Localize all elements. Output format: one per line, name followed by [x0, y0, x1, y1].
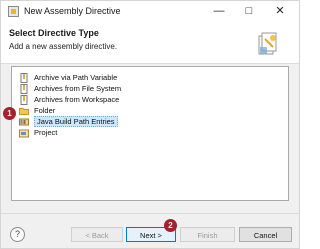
maximize-button[interactable]: □ — [238, 3, 260, 20]
finish-button[interactable]: Finish — [180, 227, 235, 242]
list-item-java-build-path[interactable]: Java Build Path Entries — [19, 116, 199, 127]
footer-separator — [1, 213, 299, 214]
wizard-banner: Select Directive Type Add a new assembly… — [1, 23, 299, 64]
wizard-icon — [258, 32, 277, 55]
list-item-label: Project — [34, 128, 58, 137]
list-item-label: Folder — [34, 106, 56, 115]
back-button[interactable]: < Back — [71, 227, 123, 242]
cancel-button[interactable]: Cancel — [239, 227, 292, 242]
callout-badge-1: 1 — [3, 107, 16, 120]
page-description: Add a new assembly directive. — [9, 42, 118, 51]
list-item-archives-file-system[interactable]: Archives from File System — [19, 83, 199, 94]
library-icon — [19, 118, 29, 126]
list-item-label: Archives from Workspace — [34, 95, 120, 104]
archive-icon — [20, 73, 28, 83]
list-item-project[interactable]: Project — [19, 127, 199, 138]
app-icon — [8, 6, 19, 17]
directive-type-list[interactable]: Archive via Path Variable Archives from … — [11, 66, 289, 201]
page-title: Select Directive Type — [9, 28, 99, 38]
dialog-window: New Assembly Directive — □ ✕ Select Dire… — [0, 0, 300, 249]
title-bar: New Assembly Directive — □ ✕ — [1, 1, 299, 23]
list-item-label: Java Build Path Entries — [34, 116, 118, 127]
minimize-button[interactable]: — — [208, 3, 230, 20]
archive-icon — [20, 95, 28, 105]
archive-icon — [20, 84, 28, 94]
close-button[interactable]: ✕ — [269, 3, 291, 20]
list-item-archive-path-variable[interactable]: Archive via Path Variable — [19, 72, 199, 83]
window-title: New Assembly Directive — [24, 6, 121, 16]
callout-badge-2: 2 — [164, 219, 177, 232]
list-item-archives-workspace[interactable]: Archives from Workspace — [19, 94, 199, 105]
list-item-label: Archives from File System — [34, 84, 122, 93]
list-item-folder[interactable]: Folder — [19, 105, 199, 116]
folder-icon — [19, 108, 29, 115]
list-item-label: Archive via Path Variable — [34, 73, 118, 82]
project-icon — [19, 129, 29, 138]
help-icon[interactable]: ? — [10, 227, 25, 242]
